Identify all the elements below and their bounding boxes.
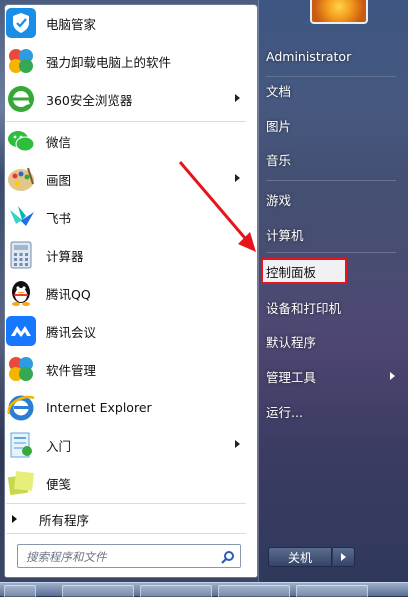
annotation-arrow-icon — [178, 161, 256, 252]
taskbar-button[interactable] — [218, 585, 290, 597]
taskbar-button[interactable] — [296, 585, 368, 597]
taskbar — [0, 582, 408, 597]
taskbar-button[interactable] — [62, 585, 134, 597]
start-button[interactable] — [4, 585, 36, 597]
taskbar-button[interactable] — [140, 585, 212, 597]
